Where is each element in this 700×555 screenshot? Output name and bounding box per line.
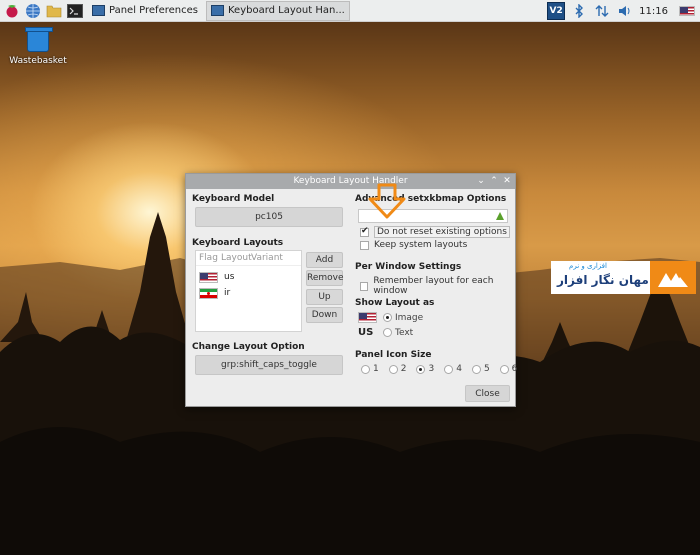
monitor-icon bbox=[210, 5, 224, 16]
folder-icon[interactable] bbox=[45, 2, 63, 20]
keyboard-model-heading: Keyboard Model bbox=[192, 194, 275, 204]
vnc-icon[interactable]: V2 bbox=[547, 2, 566, 20]
network-icon[interactable] bbox=[593, 2, 611, 20]
close-window-icon[interactable]: ✕ bbox=[501, 174, 513, 189]
list-item[interactable]: ir bbox=[196, 285, 301, 301]
keep-system-label: Keep system layouts bbox=[374, 240, 468, 250]
wastebasket-desktop-icon[interactable]: Wastebasket bbox=[8, 27, 68, 66]
watermark-line2: مهان نگار افزار bbox=[557, 273, 649, 287]
task-keyboard-layout-handler[interactable]: Keyboard Layout Han... bbox=[205, 0, 350, 21]
annotation-arrow-icon bbox=[368, 183, 406, 219]
radio-dot[interactable] bbox=[383, 313, 392, 322]
us-flag-icon bbox=[199, 271, 218, 283]
keep-system-layouts-checkbox[interactable]: Keep system layouts bbox=[360, 240, 467, 250]
icon-size-label-1: 1 bbox=[373, 364, 379, 374]
taskbar: Panel Preferences Keyboard Layout Han...… bbox=[0, 0, 700, 22]
layout-name: us bbox=[224, 272, 235, 282]
icon-size-label-6: 6 bbox=[511, 364, 518, 374]
task-label: Keyboard Layout Han... bbox=[227, 5, 345, 16]
per-window-heading: Per Window Settings bbox=[355, 262, 462, 272]
image-label: Image bbox=[395, 312, 424, 323]
icon-size-label-2: 2 bbox=[400, 364, 407, 374]
checkbox-box[interactable] bbox=[360, 226, 369, 237]
minimize-icon[interactable]: ⌄ bbox=[475, 174, 487, 189]
change-layout-heading: Change Layout Option bbox=[192, 342, 305, 352]
icon-size-radio-5[interactable] bbox=[471, 364, 481, 374]
column-flag: Flag bbox=[199, 253, 218, 263]
checkbox-box[interactable] bbox=[360, 240, 369, 250]
radio-dot[interactable] bbox=[383, 328, 392, 337]
us-flag-icon bbox=[358, 312, 377, 323]
move-down-button[interactable]: Down bbox=[306, 307, 343, 323]
wastebasket-label: Wastebasket bbox=[9, 56, 67, 66]
column-layout: Layout bbox=[221, 253, 252, 263]
raspberry-icon[interactable] bbox=[3, 2, 21, 20]
task-label: Panel Preferences bbox=[109, 5, 198, 16]
wastebasket-icon bbox=[25, 27, 53, 52]
vnc-label: V2 bbox=[549, 6, 563, 16]
icon-size-radio-4[interactable] bbox=[444, 364, 454, 374]
move-up-button[interactable]: Up bbox=[306, 289, 343, 305]
us-flag-icon[interactable] bbox=[678, 2, 696, 20]
icon-size-label-3: 3 bbox=[428, 364, 435, 374]
checkbox-box[interactable] bbox=[360, 281, 369, 291]
show-as-image-radio[interactable]: Image bbox=[358, 312, 423, 323]
icon-size-radio-6[interactable] bbox=[499, 364, 509, 374]
icon-size-label-4: 4 bbox=[456, 364, 462, 374]
combo-arrow-icon[interactable] bbox=[496, 212, 504, 220]
globe-icon[interactable] bbox=[24, 2, 42, 20]
text-label: Text bbox=[395, 327, 414, 338]
do-not-reset-checkbox[interactable]: Do not reset existing options bbox=[360, 226, 510, 238]
keyboard-layout-dialog: Keyboard Layout Handler ⌄ ⌃ ✕ Keyboard M… bbox=[185, 173, 517, 407]
show-layout-heading: Show Layout as bbox=[355, 298, 435, 308]
monitor-icon bbox=[92, 5, 105, 16]
layouts-list[interactable]: Flag Layout Variant us ir bbox=[195, 250, 302, 332]
watermark-line1: افزاری و نرم bbox=[569, 262, 607, 270]
us-flag bbox=[679, 6, 695, 16]
list-item[interactable]: us bbox=[196, 269, 301, 285]
remember-layout-label: Remember layout for each window bbox=[373, 276, 494, 296]
ir-flag-icon bbox=[199, 287, 218, 299]
keyboard-layouts-heading: Keyboard Layouts bbox=[192, 238, 284, 248]
clock[interactable]: 11:16 bbox=[639, 6, 668, 17]
do-not-reset-label: Do not reset existing options bbox=[374, 226, 510, 238]
keyboard-model-button[interactable]: pc105 bbox=[195, 207, 343, 227]
column-variant: Variant bbox=[251, 253, 283, 263]
change-layout-button[interactable]: grp:shift_caps_toggle bbox=[195, 355, 343, 375]
terminal-icon[interactable] bbox=[66, 2, 84, 20]
show-as-text-radio[interactable]: US Text bbox=[358, 327, 413, 338]
layouts-list-header: Flag Layout Variant bbox=[196, 251, 301, 266]
layout-name: ir bbox=[224, 288, 231, 298]
volume-icon[interactable] bbox=[616, 2, 634, 20]
watermark-mark-icon bbox=[650, 261, 696, 294]
system-tray: V2 11:16 bbox=[547, 0, 700, 22]
remember-layout-checkbox[interactable]: Remember layout for each window bbox=[360, 276, 515, 296]
close-button[interactable]: Close bbox=[465, 385, 510, 402]
icon-size-radio-1[interactable] bbox=[361, 364, 370, 374]
bluetooth-icon[interactable] bbox=[570, 2, 588, 20]
icon-size-radio-2[interactable] bbox=[388, 364, 398, 374]
text-sample: US bbox=[358, 327, 374, 338]
task-panel-preferences[interactable]: Panel Preferences bbox=[88, 1, 202, 21]
icon-size-radio-group: 1 2 3 4 5 6 bbox=[361, 364, 517, 374]
add-layout-button[interactable]: Add bbox=[306, 252, 343, 268]
panel-icon-size-heading: Panel Icon Size bbox=[355, 350, 432, 360]
watermark-text: افزاری و نرم مهان نگار افزار bbox=[551, 261, 650, 294]
dialog-titlebar[interactable]: Keyboard Layout Handler ⌄ ⌃ ✕ bbox=[186, 174, 515, 189]
maximize-icon[interactable]: ⌃ bbox=[488, 174, 500, 189]
icon-size-radio-3[interactable] bbox=[416, 364, 426, 374]
remove-layout-button[interactable]: Remove bbox=[306, 270, 344, 286]
watermark-logo: افزاری و نرم مهان نگار افزار bbox=[551, 261, 696, 294]
icon-size-label-5: 5 bbox=[483, 364, 490, 374]
